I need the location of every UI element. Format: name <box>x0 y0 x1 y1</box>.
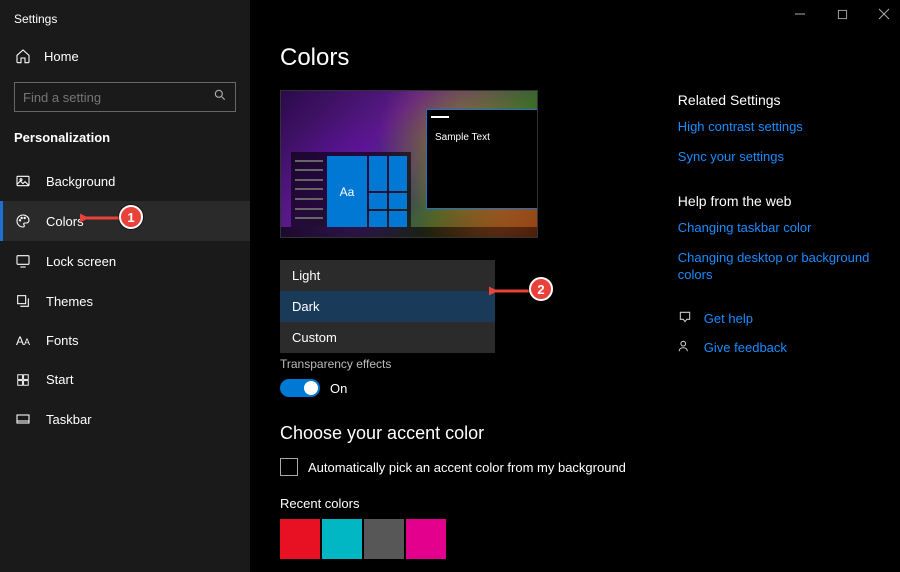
color-mode-option-custom[interactable]: Custom <box>280 322 495 353</box>
nav-list: Background Colors Lock screen Themes AA … <box>0 161 250 439</box>
feedback-icon <box>678 339 694 358</box>
home-label: Home <box>44 49 79 64</box>
sidebar-item-label: Start <box>46 372 73 387</box>
section-header: Personalization <box>0 126 250 155</box>
fonts-icon: AA <box>14 334 32 348</box>
link-high-contrast[interactable]: High contrast settings <box>678 118 870 136</box>
window-controls <box>790 4 894 24</box>
color-swatch[interactable] <box>406 519 446 559</box>
help-icon <box>678 310 694 329</box>
search-icon <box>213 88 227 107</box>
annotation-badge-2: 2 <box>529 277 553 301</box>
search-box[interactable] <box>14 82 236 112</box>
color-swatch[interactable] <box>280 519 320 559</box>
sidebar-item-label: Fonts <box>46 333 79 348</box>
sidebar-item-label: Lock screen <box>46 254 116 269</box>
preview-window: Sample Text <box>426 109 538 209</box>
sidebar-item-start[interactable]: Start <box>0 360 250 399</box>
annotation-arrow-1 <box>80 211 122 225</box>
palette-icon <box>14 213 32 229</box>
transparency-state: On <box>330 381 347 396</box>
transparency-toggle[interactable] <box>280 379 320 397</box>
home-icon <box>14 48 32 64</box>
sidebar-item-themes[interactable]: Themes <box>0 281 250 321</box>
taskbar-icon <box>14 411 32 427</box>
sidebar-item-label: Colors <box>46 214 84 229</box>
sidebar-item-taskbar[interactable]: Taskbar <box>0 399 250 439</box>
auto-accent-label: Automatically pick an accent color from … <box>308 460 626 475</box>
app-title: Settings <box>0 8 250 38</box>
main-content: Colors Aa Sample Text <box>250 0 900 572</box>
maximize-button[interactable] <box>832 4 852 24</box>
page-title: Colors <box>280 44 870 72</box>
minimize-button[interactable] <box>790 4 810 24</box>
start-icon <box>14 373 32 387</box>
lock-screen-icon <box>14 253 32 269</box>
preview-start-menu: Aa <box>291 152 411 227</box>
home-nav[interactable]: Home <box>0 38 250 74</box>
picture-icon <box>14 173 32 189</box>
sidebar-item-label: Taskbar <box>46 412 92 427</box>
help-web-heading: Help from the web <box>678 193 870 209</box>
accent-heading: Choose your accent color <box>280 423 628 444</box>
recent-colors <box>280 519 628 559</box>
search-input[interactable] <box>23 90 213 105</box>
annotation-arrow-2 <box>489 284 533 298</box>
sidebar-item-label: Background <box>46 174 115 189</box>
transparency-label: Transparency effects <box>280 357 628 371</box>
color-mode-option-dark[interactable]: Dark <box>280 291 495 322</box>
link-get-help[interactable]: Get help <box>704 310 753 328</box>
color-swatch[interactable] <box>364 519 404 559</box>
color-mode-dropdown[interactable]: Light Dark Custom <box>280 260 495 353</box>
color-preview: Aa Sample Text <box>280 90 538 238</box>
link-sync-settings[interactable]: Sync your settings <box>678 148 870 166</box>
sidebar-item-label: Themes <box>46 294 93 309</box>
sidebar-item-background[interactable]: Background <box>0 161 250 201</box>
annotation-badge-1: 1 <box>119 205 143 229</box>
themes-icon <box>14 293 32 309</box>
close-button[interactable] <box>874 4 894 24</box>
sidebar: Settings Home Personalization Background… <box>0 0 250 572</box>
preview-sample-text: Sample Text <box>427 124 538 151</box>
link-bg-colors[interactable]: Changing desktop or background colors <box>678 249 870 284</box>
auto-accent-checkbox[interactable] <box>280 458 298 476</box>
recent-colors-label: Recent colors <box>280 496 628 511</box>
color-swatch[interactable] <box>322 519 362 559</box>
link-taskbar-color[interactable]: Changing taskbar color <box>678 219 870 237</box>
sidebar-item-lock-screen[interactable]: Lock screen <box>0 241 250 281</box>
sidebar-item-fonts[interactable]: AA Fonts <box>0 321 250 360</box>
preview-tile-text: Aa <box>327 156 367 227</box>
color-mode-option-light[interactable]: Light <box>280 260 495 291</box>
link-give-feedback[interactable]: Give feedback <box>704 339 787 357</box>
related-settings-heading: Related Settings <box>678 92 870 108</box>
